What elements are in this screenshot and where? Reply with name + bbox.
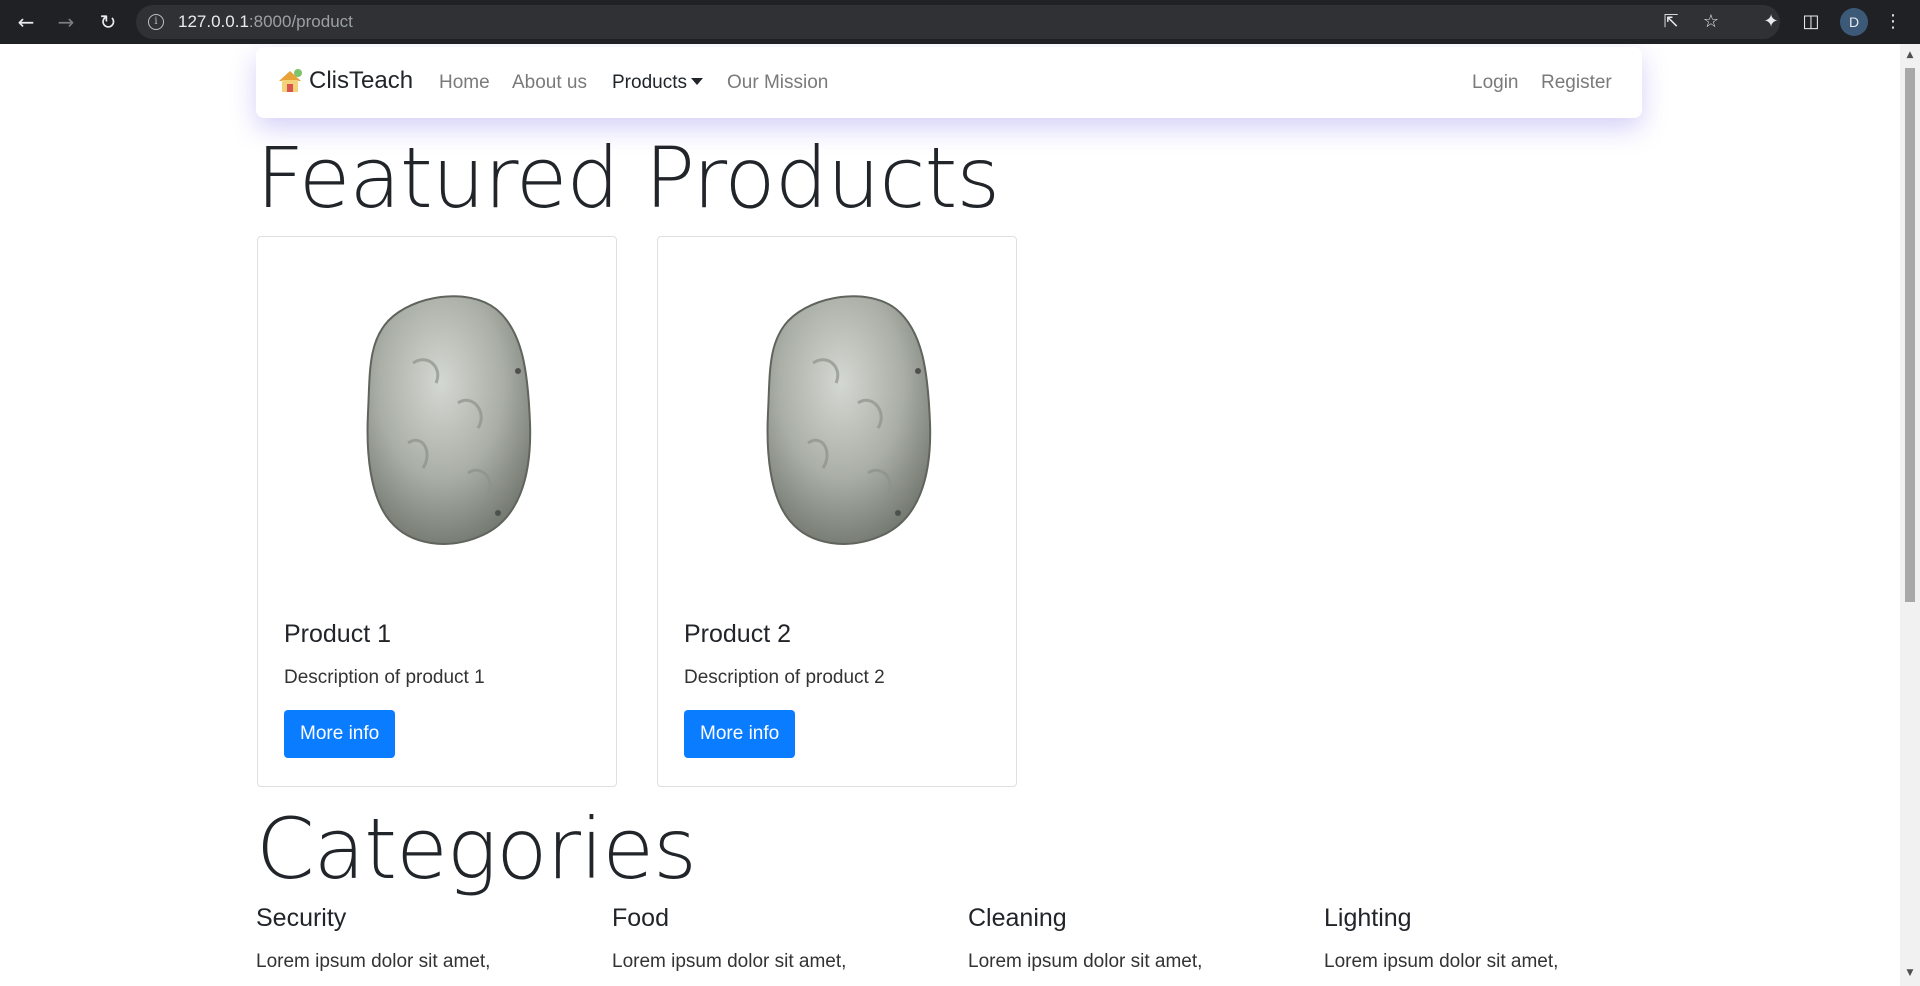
category-title: Food	[612, 904, 669, 932]
share-icon[interactable]: ⇱	[1660, 11, 1682, 33]
page-scrollbar[interactable]: ▲ ▼	[1900, 44, 1920, 986]
reload-icon[interactable]: ↻	[94, 8, 122, 36]
nav-products-dropdown[interactable]: Products	[612, 72, 703, 94]
more-info-button[interactable]: More info	[684, 710, 796, 758]
info-icon[interactable]: i	[148, 14, 164, 30]
forward-icon[interactable]: →	[52, 8, 80, 36]
page-content: ClisTeach Home About us Products Our Mis…	[0, 44, 1900, 986]
browser-toolbar: ← → ↻ i 127.0.0.1:8000/product ⇱ ☆ ✦ ◫ D…	[0, 0, 1920, 44]
more-info-button[interactable]: More info	[284, 710, 396, 758]
menu-icon[interactable]: ⋮	[1880, 9, 1906, 35]
product-image	[766, 295, 932, 545]
site-navbar: ClisTeach Home About us Products Our Mis…	[256, 47, 1642, 118]
product-description: Description of product 2	[684, 667, 885, 688]
featured-products-heading: Featured Products	[256, 129, 1000, 227]
nav-products-label: Products	[612, 72, 687, 93]
category-title: Security	[256, 904, 347, 932]
brand-name: ClisTeach	[309, 67, 414, 94]
category-text: Lorem ipsum dolor sit amet,	[1324, 951, 1559, 972]
category-item: Food Lorem ipsum dolor sit amet,	[612, 904, 942, 977]
side-panel-icon[interactable]: ◫	[1798, 9, 1824, 35]
product-card: Product 2 Description of product 2 More …	[657, 236, 1017, 787]
category-text: Lorem ipsum dolor sit amet,	[968, 951, 1203, 972]
profile-avatar[interactable]: D	[1840, 8, 1868, 36]
categories-heading: Categories	[256, 800, 697, 898]
category-title: Lighting	[1324, 904, 1412, 932]
star-icon[interactable]: ☆	[1700, 11, 1722, 33]
category-text: Lorem ipsum dolor sit amet,	[256, 951, 491, 972]
nav-login[interactable]: Login	[1472, 72, 1519, 94]
product-description: Description of product 1	[284, 667, 485, 688]
house-logo-icon	[279, 69, 302, 92]
category-title: Cleaning	[968, 904, 1067, 932]
caret-down-icon	[690, 78, 703, 85]
address-bar[interactable]: i 127.0.0.1:8000/product ⇱ ☆	[136, 5, 1780, 39]
scrollbar-thumb[interactable]	[1905, 68, 1915, 602]
product-card: Product 1 Description of product 1 More …	[257, 236, 617, 787]
nav-about-us[interactable]: About us	[512, 72, 587, 94]
nav-register[interactable]: Register	[1541, 72, 1612, 94]
back-icon[interactable]: ←	[12, 8, 40, 36]
product-title: Product 2	[684, 620, 792, 648]
category-item: Cleaning Lorem ipsum dolor sit amet,	[968, 904, 1298, 977]
product-image	[366, 295, 532, 545]
category-item: Security Lorem ipsum dolor sit amet,	[256, 904, 586, 977]
nav-our-mission[interactable]: Our Mission	[727, 72, 828, 94]
url-text[interactable]: 127.0.0.1:8000/product	[178, 12, 353, 32]
category-text: Lorem ipsum dolor sit amet,	[612, 951, 847, 972]
scroll-up-icon[interactable]: ▲	[1905, 50, 1915, 60]
category-item: Lighting Lorem ipsum dolor sit amet,	[1324, 904, 1654, 977]
product-title: Product 1	[284, 620, 392, 648]
scroll-down-icon[interactable]: ▼	[1905, 968, 1915, 978]
nav-home[interactable]: Home	[439, 72, 490, 94]
extensions-icon[interactable]: ✦	[1758, 9, 1784, 35]
